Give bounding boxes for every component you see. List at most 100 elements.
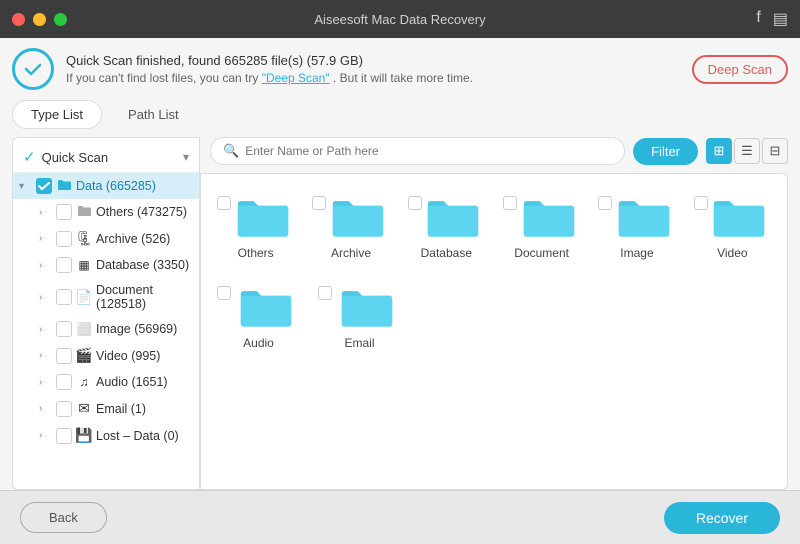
expand-arrow-archive-icon: › — [39, 233, 53, 244]
file-item-image[interactable]: Image — [592, 184, 681, 268]
deep-scan-button[interactable]: Deep Scan — [692, 55, 788, 84]
sidebar-item-video[interactable]: › 🎬 Video (995) — [13, 342, 199, 369]
facebook-icon[interactable]: f — [756, 9, 760, 29]
file-item-video[interactable]: Video — [688, 184, 777, 268]
expand-arrow-database-icon: › — [39, 260, 53, 271]
deep-scan-inline-link[interactable]: "Deep Scan" — [262, 71, 330, 85]
view-icons: ⊞ ☰ ⊟ — [706, 138, 788, 164]
image-checkbox[interactable] — [56, 321, 72, 337]
file-item-audio[interactable]: Audio — [211, 274, 306, 358]
info-bar: Quick Scan finished, found 665285 file(s… — [12, 48, 788, 90]
email-checkbox[interactable] — [56, 401, 72, 417]
sidebar-item-database[interactable]: › ▦ Database (3350) — [13, 252, 199, 278]
document-icon: 📄 — [75, 289, 93, 306]
expand-arrow-email-icon: › — [39, 403, 53, 414]
recover-button[interactable]: Recover — [664, 502, 780, 534]
quick-scan-chevron-icon: ▾ — [183, 150, 189, 164]
audio-folder-svg — [238, 284, 294, 330]
tab-path-list[interactable]: Path List — [110, 101, 197, 128]
file-item-others[interactable]: Others — [211, 184, 300, 268]
search-input[interactable] — [245, 144, 612, 158]
expand-arrow-others-icon: › — [39, 207, 53, 218]
others-folder-icon — [75, 204, 93, 220]
document-file-checkbox[interactable] — [503, 196, 517, 210]
file-item-document[interactable]: Document — [497, 184, 586, 268]
image-icon: ⬜ — [75, 322, 93, 336]
image-file-checkbox[interactable] — [598, 196, 612, 210]
archive-label: Archive (526) — [96, 232, 191, 246]
sidebar-item-email[interactable]: › ✉ Email (1) — [13, 395, 199, 422]
document-folder-svg — [521, 194, 577, 240]
sidebar-item-image[interactable]: › ⬜ Image (56969) — [13, 316, 199, 342]
audio-checkbox[interactable] — [56, 374, 72, 390]
database-file-checkbox[interactable] — [408, 196, 422, 210]
database-icon: ▦ — [75, 258, 93, 272]
video-file-checkbox[interactable] — [694, 196, 708, 210]
filter-button[interactable]: Filter — [633, 138, 698, 165]
file-grid-row-2: Audio Email — [211, 274, 777, 358]
sidebar-item-data[interactable]: ▾ Data (665285) — [13, 173, 199, 199]
quick-scan-left: ✓ Quick Scan — [23, 148, 108, 166]
sidebar-item-others[interactable]: › Others (473275) — [13, 199, 199, 225]
email-icon: ✉ — [75, 400, 93, 417]
audio-file-checkbox[interactable] — [217, 286, 231, 300]
body-split: ✓ Quick Scan ▾ ▾ Data (665285) › — [12, 137, 788, 490]
expand-arrow-document-icon: › — [39, 292, 53, 303]
document-label: Document (128518) — [96, 283, 191, 311]
quick-scan-check-icon: ✓ — [23, 148, 36, 166]
columns-view-button[interactable]: ⊟ — [762, 138, 788, 164]
data-folder-icon — [55, 178, 73, 194]
back-button[interactable]: Back — [20, 502, 107, 533]
file-item-archive[interactable]: Archive — [306, 184, 395, 268]
grid-view-button[interactable]: ⊞ — [706, 138, 732, 164]
search-row: 🔍 Filter ⊞ ☰ ⊟ — [200, 137, 788, 173]
maximize-button[interactable] — [54, 13, 67, 26]
document-checkbox[interactable] — [56, 289, 72, 305]
others-file-checkbox[interactable] — [217, 196, 231, 210]
file-item-database[interactable]: Database — [402, 184, 491, 268]
minimize-button[interactable] — [33, 13, 46, 26]
lost-data-checkbox[interactable] — [56, 428, 72, 444]
image-file-label: Image — [620, 246, 653, 260]
tabs-row: Type List Path List — [12, 100, 788, 129]
image-label: Image (56969) — [96, 322, 191, 336]
others-checkbox[interactable] — [56, 204, 72, 220]
file-item-email[interactable]: Email — [312, 274, 407, 358]
quick-scan-row[interactable]: ✓ Quick Scan ▾ — [13, 142, 199, 173]
expand-arrow-audio-icon: › — [39, 377, 53, 388]
video-folder-svg — [711, 194, 767, 240]
lost-data-label: Lost – Data (0) — [96, 429, 191, 443]
message-icon[interactable]: ▤ — [773, 9, 788, 29]
sidebar-item-lost-data[interactable]: › 💾 Lost – Data (0) — [13, 422, 199, 449]
others-folder-svg — [235, 194, 291, 240]
audio-icon: ♫ — [75, 375, 93, 389]
app-title: Aiseesoft Mac Data Recovery — [314, 12, 485, 27]
file-item-email-top — [318, 284, 401, 330]
sidebar-item-audio[interactable]: › ♫ Audio (1651) — [13, 369, 199, 395]
others-label: Others (473275) — [96, 205, 191, 219]
scan-result-line1: Quick Scan finished, found 665285 file(s… — [66, 53, 692, 68]
list-view-button[interactable]: ☰ — [734, 138, 760, 164]
archive-file-checkbox[interactable] — [312, 196, 326, 210]
data-checkbox[interactable] — [36, 178, 52, 194]
archive-file-label: Archive — [331, 246, 371, 260]
archive-checkbox[interactable] — [56, 231, 72, 247]
video-checkbox[interactable] — [56, 348, 72, 364]
scan-complete-icon — [12, 48, 54, 90]
sidebar-item-archive[interactable]: › 🗜 Archive (526) — [13, 225, 199, 252]
video-label: Video (995) — [96, 349, 191, 363]
close-button[interactable] — [12, 13, 25, 26]
lost-data-icon: 💾 — [75, 427, 93, 444]
sidebar-item-document[interactable]: › 📄 Document (128518) — [13, 278, 199, 316]
image-folder-svg — [616, 194, 672, 240]
file-grid-row-1: Others Archive — [211, 184, 777, 268]
email-file-checkbox[interactable] — [318, 286, 332, 300]
database-folder-svg — [425, 194, 481, 240]
database-checkbox[interactable] — [56, 257, 72, 273]
video-file-label: Video — [717, 246, 747, 260]
tab-type-list[interactable]: Type List — [12, 100, 102, 129]
quick-scan-label: Quick Scan — [42, 150, 108, 165]
main-content: Quick Scan finished, found 665285 file(s… — [0, 38, 800, 490]
window-controls — [12, 13, 67, 26]
titlebar-icons: f ▤ — [756, 9, 788, 29]
